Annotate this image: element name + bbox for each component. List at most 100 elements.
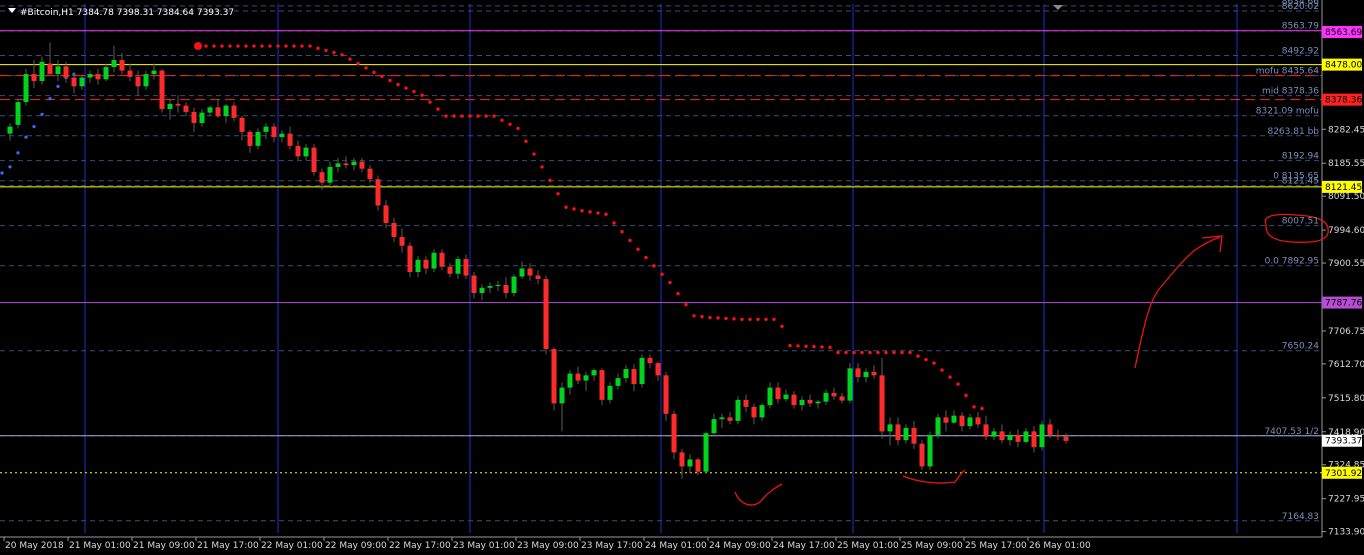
candle-body: [71, 77, 77, 87]
candle-body: [567, 373, 573, 388]
ma-red-point: [404, 86, 408, 90]
candle-body: [319, 172, 325, 183]
ma-red-point: [604, 212, 608, 216]
ma-red-point: [300, 44, 304, 48]
candle-body: [711, 419, 717, 434]
ma-blue-point: [56, 84, 60, 88]
candle-body: [927, 434, 933, 467]
price-chart[interactable]: 8634.668620.028563.798492.92mofu 8435.64…: [0, 0, 1364, 555]
candle-body: [1031, 431, 1037, 448]
candle-body: [175, 103, 181, 106]
ma-red-point: [396, 82, 400, 87]
candle-body: [999, 431, 1005, 441]
ma-red-point: [628, 238, 632, 243]
price-box-label: 8478.00: [1325, 61, 1362, 71]
candle-body: [303, 147, 309, 157]
ma-red-point: [636, 247, 640, 251]
ma-red-point: [524, 139, 528, 143]
candle-body: [743, 399, 749, 407]
ma-red-point: [660, 272, 664, 276]
candle-body: [679, 452, 685, 467]
candle-body: [455, 259, 461, 274]
candle-body: [919, 443, 925, 467]
ma-red-point: [500, 118, 504, 122]
time-tick-label: 21 May 09:00: [133, 541, 195, 551]
candle-body: [415, 259, 421, 273]
ma-red-point: [852, 350, 856, 355]
ma-red-point: [972, 405, 976, 409]
ma-red-point: [668, 280, 672, 285]
ma-red-point: [932, 361, 936, 365]
candle-body: [543, 279, 549, 350]
candle-body: [871, 371, 877, 376]
ma-red-point: [268, 44, 272, 48]
candle-body: [79, 77, 85, 87]
candle-body: [119, 60, 125, 71]
candle-body: [687, 459, 693, 467]
candle-body: [663, 375, 669, 414]
level-label: 8263.81 bb: [1267, 127, 1319, 137]
ma-red-point: [884, 350, 888, 355]
candle-body: [1039, 424, 1045, 448]
candle-body: [759, 405, 765, 418]
candle-body: [839, 396, 845, 401]
candle-body: [447, 266, 453, 274]
ma-red-point: [980, 406, 984, 411]
ma-red-point: [876, 350, 880, 355]
candle-body: [463, 259, 469, 276]
candle-body: [863, 371, 869, 378]
ma-blue-point: [24, 135, 28, 139]
candle-body: [279, 133, 285, 138]
ma-red-point: [708, 315, 712, 320]
price-box-label: 7301.92: [1325, 469, 1362, 479]
candle-body: [791, 394, 797, 406]
time-tick-label: 23 May 17:00: [581, 541, 643, 551]
candle-body: [815, 401, 821, 404]
price-box-label: 7787.76: [1325, 299, 1362, 309]
candle-body: [407, 245, 413, 273]
level-label: 8563.79: [1282, 22, 1319, 32]
price-tick-label: 8185.55: [1328, 159, 1364, 169]
ma-blue-point: [48, 96, 52, 101]
candle-body: [911, 427, 917, 444]
ma-red-point: [700, 314, 704, 319]
candle-body: [471, 275, 477, 294]
ma-red-point: [564, 205, 568, 209]
candle-body: [191, 111, 197, 124]
ma-red-point: [508, 122, 512, 126]
price-tick-label: 7515.80: [1328, 394, 1364, 404]
ma-red-point: [540, 165, 544, 169]
candle-body: [231, 105, 237, 118]
candle-body: [383, 205, 389, 223]
ma-red-point: [572, 207, 576, 211]
candle-body: [167, 103, 173, 110]
candle-body: [599, 370, 605, 400]
ma-red-point: [860, 350, 864, 355]
candle-body: [631, 369, 637, 385]
chart-title: #Bitcoin,H1 7384.78 7398.31 7384.64 7393…: [20, 8, 234, 18]
ma-red-point: [764, 317, 768, 321]
candle-body: [607, 385, 613, 400]
time-tick-label: 24 May 09:00: [709, 541, 771, 551]
ma-red-point: [316, 46, 320, 50]
candle-body: [135, 76, 141, 87]
candle-body: [295, 145, 301, 157]
candle-body: [439, 252, 445, 267]
candle-body: [847, 368, 853, 401]
price-box-label: 8378.36: [1325, 96, 1362, 106]
ma-red-point: [620, 230, 624, 234]
time-tick-label: 21 May 17:00: [197, 541, 259, 551]
ma-red-point: [772, 317, 776, 321]
candle-body: [671, 413, 677, 453]
candle-body: [735, 399, 741, 421]
time-tick-label: 22 May 01:00: [261, 541, 323, 551]
ma-red-point: [284, 44, 288, 48]
ma-red-point: [748, 317, 752, 321]
candle-body: [935, 417, 941, 435]
candle-body: [623, 369, 629, 379]
ma-red-point: [340, 53, 344, 57]
price-tick-label: 7612.70: [1328, 360, 1364, 370]
ma-red-point: [644, 255, 648, 260]
ma-red-point: [220, 44, 224, 48]
price-tick-label: 7706.75: [1328, 327, 1364, 337]
